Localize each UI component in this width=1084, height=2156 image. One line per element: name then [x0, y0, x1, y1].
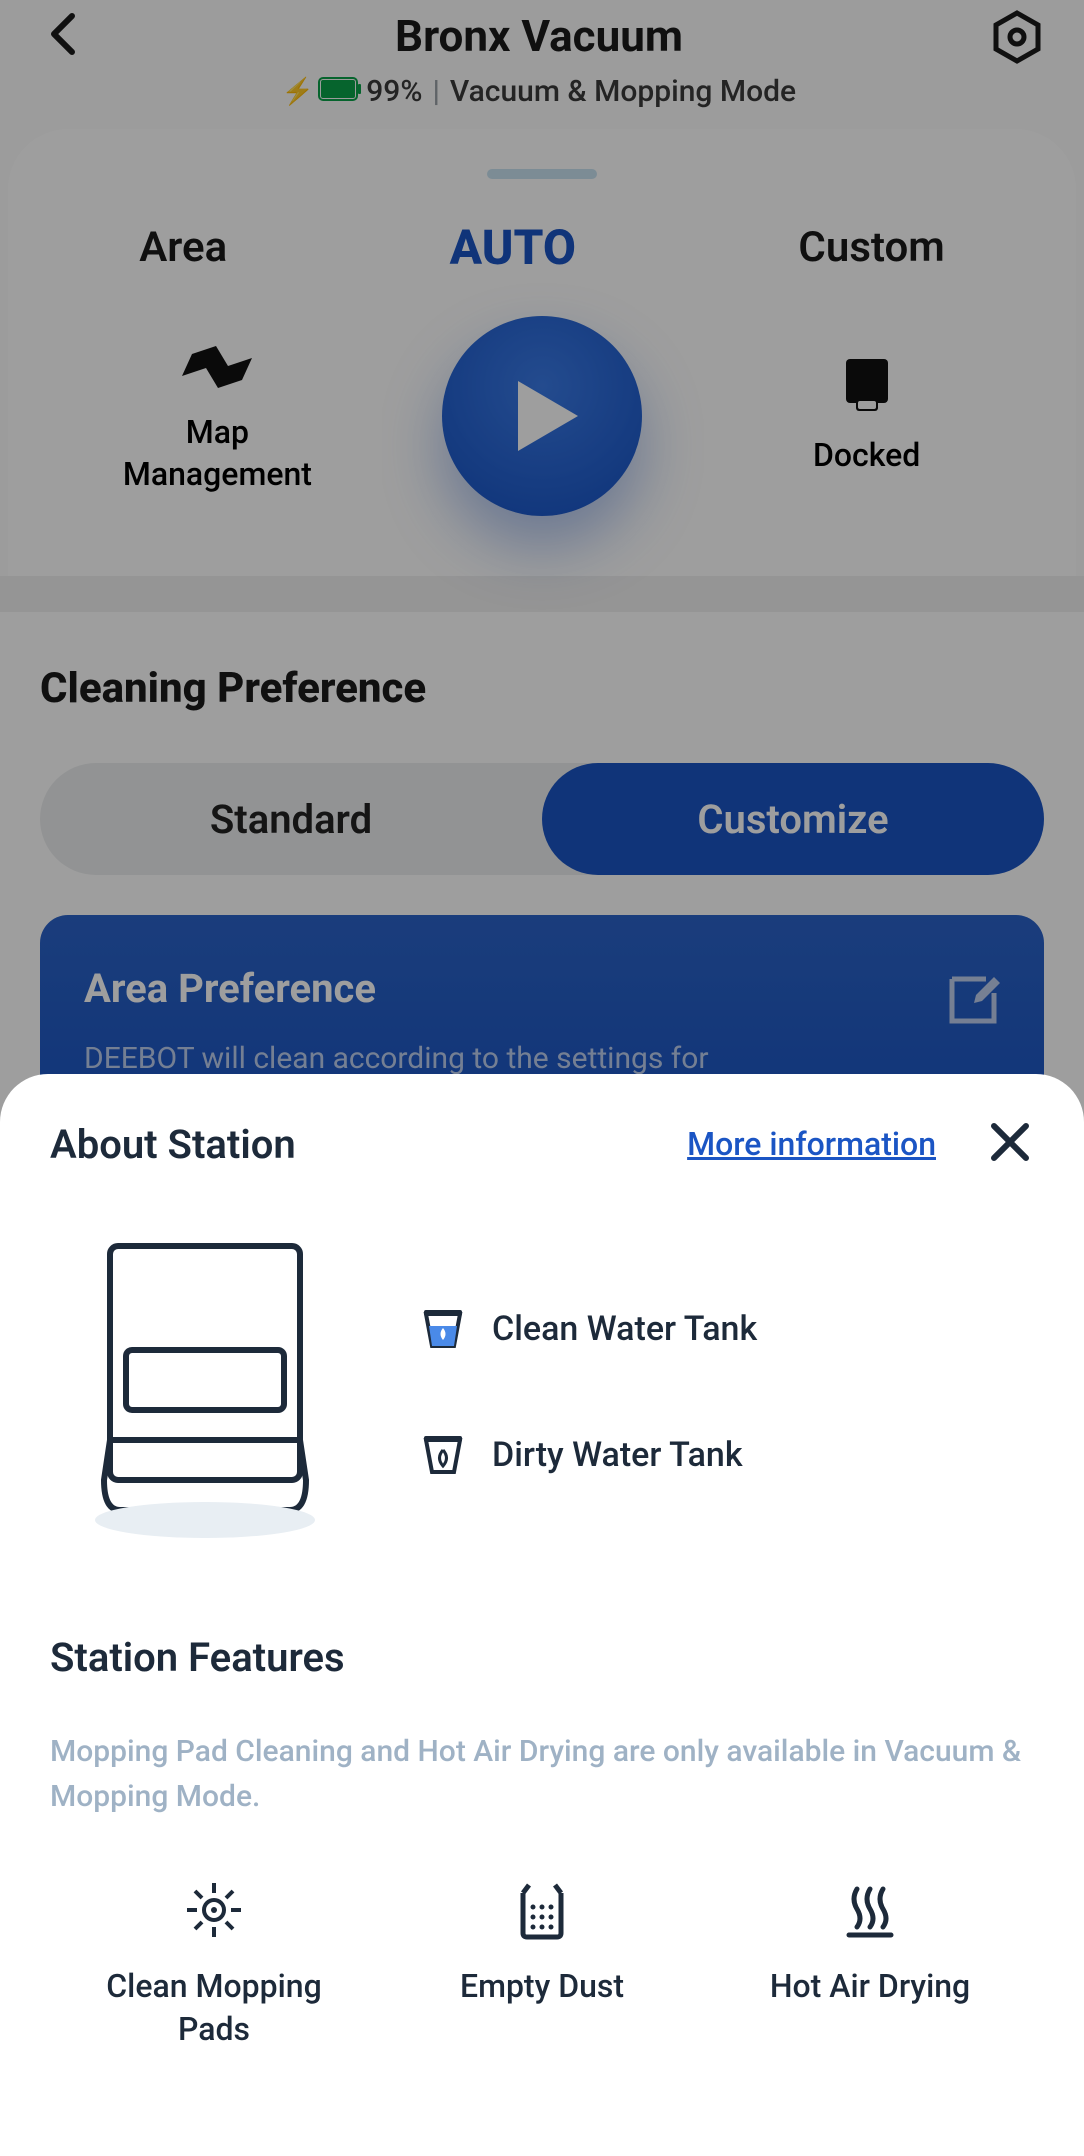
heat-waves-icon	[839, 1879, 901, 1941]
water-tank-dirty-icon	[420, 1432, 466, 1478]
dust-bin-icon	[511, 1879, 573, 1941]
feature-hot-air-drying[interactable]: Hot Air Drying	[713, 1879, 1028, 2051]
station-features-note: Mopping Pad Cleaning and Hot Air Drying …	[50, 1729, 1034, 1819]
station-features-title: Station Features	[50, 1634, 1034, 1681]
feature-clean-mopping-pads[interactable]: Clean Mopping Pads	[57, 1879, 372, 2051]
water-tank-clean-icon	[420, 1306, 466, 1352]
station-illustration	[90, 1240, 320, 1544]
sheet-title: About Station	[50, 1121, 296, 1168]
clean-water-tank-item: Clean Water Tank	[420, 1306, 757, 1352]
clean-tank-label: Clean Water Tank	[492, 1309, 757, 1349]
more-information-link[interactable]: More information	[687, 1125, 936, 1163]
about-station-sheet: About Station More information	[0, 1074, 1084, 2156]
dirty-water-tank-item: Dirty Water Tank	[420, 1432, 757, 1478]
feature-empty-dust[interactable]: Empty Dust	[385, 1879, 700, 2051]
dirty-tank-label: Dirty Water Tank	[492, 1435, 743, 1475]
gear-brush-icon	[183, 1879, 245, 1941]
close-button[interactable]	[986, 1118, 1034, 1170]
